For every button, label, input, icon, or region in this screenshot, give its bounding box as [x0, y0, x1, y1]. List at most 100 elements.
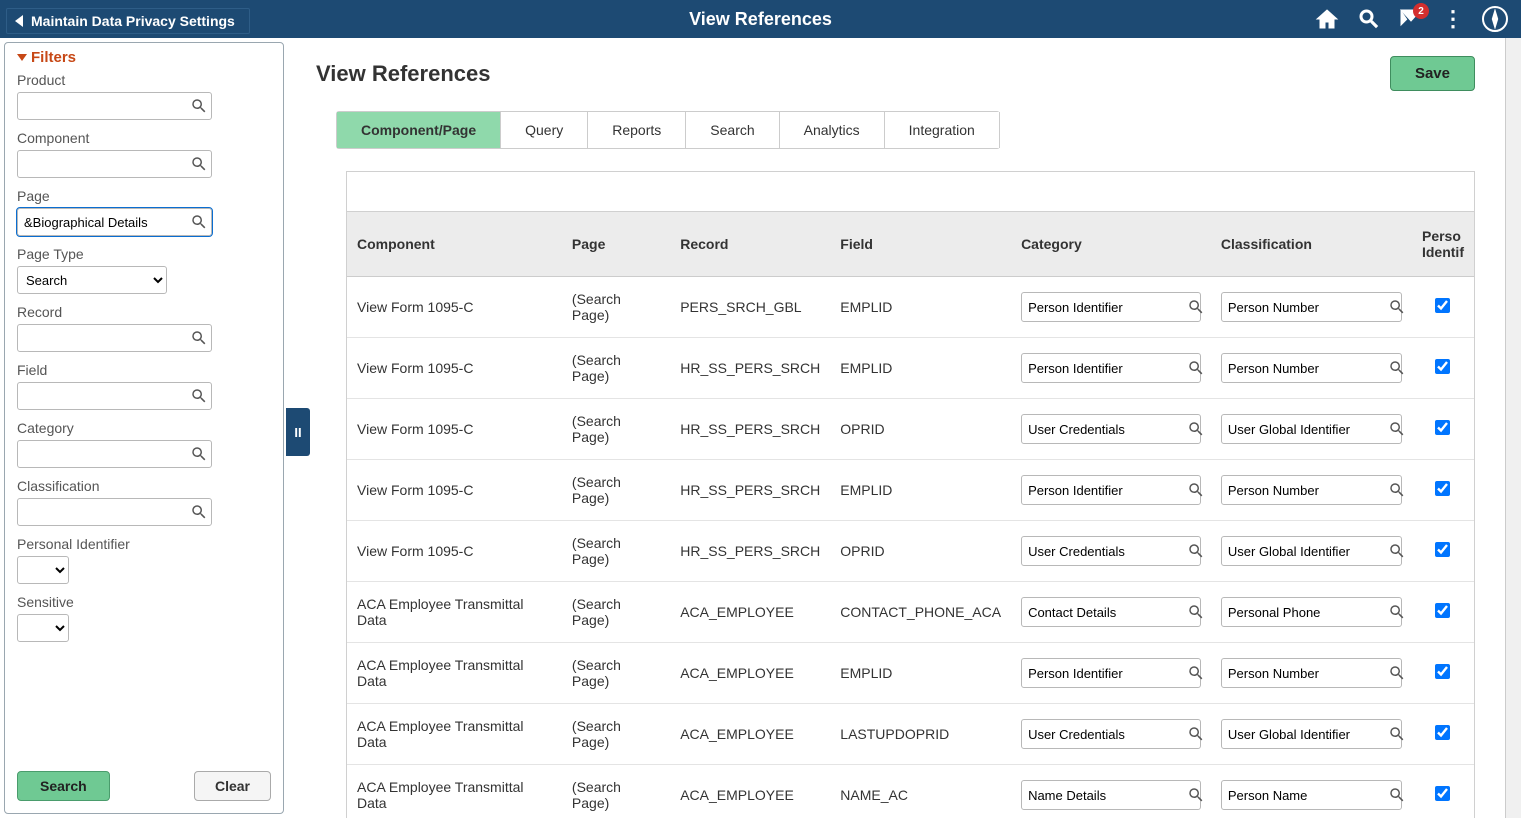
field-cell: OPRID [830, 521, 1011, 582]
notifications-icon[interactable]: 2 [1399, 7, 1423, 31]
tab-component-page[interactable]: Component/Page [337, 112, 501, 148]
classification-lookup-icon[interactable] [1388, 603, 1406, 621]
category-cell [1011, 521, 1211, 582]
table-row: ACA Employee Transmittal Data(Search Pag… [347, 643, 1474, 704]
filters-panel: Filters Product Component Page Page [4, 42, 284, 814]
tab-reports[interactable]: Reports [588, 112, 686, 148]
category-lookup-icon[interactable] [190, 445, 208, 463]
classification-lookup-icon[interactable] [1388, 786, 1406, 804]
record-input[interactable] [17, 324, 212, 352]
vertical-scrollbar[interactable] [1505, 38, 1521, 818]
personal-identifier-select[interactable] [17, 556, 69, 584]
classification-input[interactable] [1221, 475, 1402, 505]
record-lookup-icon[interactable] [190, 329, 208, 347]
classification-input[interactable] [1221, 353, 1402, 383]
category-cell [1011, 704, 1211, 765]
classification-lookup-icon[interactable] [1388, 725, 1406, 743]
category-input[interactable] [17, 440, 212, 468]
category-input[interactable] [1021, 292, 1201, 322]
column-header[interactable]: Field [830, 212, 1011, 277]
field-input[interactable] [17, 382, 212, 410]
category-input[interactable] [1021, 719, 1201, 749]
category-input[interactable] [1021, 353, 1201, 383]
page-lookup-icon[interactable] [190, 213, 208, 231]
save-button[interactable]: Save [1390, 56, 1475, 91]
home-icon[interactable] [1315, 7, 1339, 31]
category-input[interactable] [1021, 597, 1201, 627]
category-lookup-icon[interactable] [1187, 481, 1205, 499]
column-header[interactable]: Page [562, 212, 670, 277]
field-lookup-icon[interactable] [190, 387, 208, 405]
classification-input[interactable] [1221, 658, 1402, 688]
personal-identifier-checkbox[interactable] [1435, 786, 1450, 801]
clear-button[interactable]: Clear [194, 771, 271, 801]
record-cell: HR_SS_PERS_SRCH [670, 521, 830, 582]
header-icons: 2 ⋮ [1315, 7, 1521, 31]
classification-input[interactable] [1221, 292, 1402, 322]
column-header[interactable]: Category [1011, 212, 1211, 277]
personal-identifier-cell [1412, 338, 1474, 399]
category-lookup-icon[interactable] [1187, 664, 1205, 682]
classification-lookup-icon[interactable] [190, 503, 208, 521]
personal-identifier-checkbox[interactable] [1435, 603, 1450, 618]
product-input[interactable] [17, 92, 212, 120]
product-lookup-icon[interactable] [190, 97, 208, 115]
category-input[interactable] [1021, 475, 1201, 505]
column-header[interactable]: Record [670, 212, 830, 277]
classification-input[interactable] [1221, 719, 1402, 749]
column-header[interactable]: Classification [1211, 212, 1412, 277]
classification-lookup-icon[interactable] [1388, 298, 1406, 316]
sidebar-collapse-handle[interactable]: II [286, 408, 310, 456]
category-lookup-icon[interactable] [1187, 359, 1205, 377]
column-header[interactable]: PersoIdentif [1412, 212, 1474, 277]
search-icon[interactable] [1357, 7, 1381, 31]
classification-input[interactable] [1221, 536, 1402, 566]
page-input[interactable] [17, 208, 212, 236]
classification-lookup-icon[interactable] [1388, 542, 1406, 560]
back-button[interactable]: Maintain Data Privacy Settings [6, 8, 250, 34]
actions-menu-icon[interactable]: ⋮ [1441, 7, 1465, 31]
classification-input[interactable] [1221, 414, 1402, 444]
classification-cell [1211, 582, 1412, 643]
personal-identifier-checkbox[interactable] [1435, 664, 1450, 679]
collapse-triangle-icon [17, 54, 27, 61]
personal-identifier-checkbox[interactable] [1435, 481, 1450, 496]
sensitive-select[interactable] [17, 614, 69, 642]
classification-lookup-icon[interactable] [1388, 481, 1406, 499]
personal-identifier-checkbox[interactable] [1435, 725, 1450, 740]
component-input[interactable] [17, 150, 212, 178]
category-lookup-icon[interactable] [1187, 542, 1205, 560]
personal-identifier-checkbox[interactable] [1435, 542, 1450, 557]
category-lookup-icon[interactable] [1187, 420, 1205, 438]
classification-lookup-icon[interactable] [1388, 420, 1406, 438]
classification-input[interactable] [1221, 780, 1402, 810]
category-lookup-icon[interactable] [1187, 725, 1205, 743]
tab-query[interactable]: Query [501, 112, 588, 148]
category-input[interactable] [1021, 658, 1201, 688]
personal-identifier-checkbox[interactable] [1435, 420, 1450, 435]
classification-lookup-icon[interactable] [1388, 359, 1406, 377]
category-input[interactable] [1021, 780, 1201, 810]
tab-analytics[interactable]: Analytics [780, 112, 885, 148]
navbar-compass-icon[interactable] [1483, 7, 1507, 31]
tab-integration[interactable]: Integration [885, 112, 1000, 148]
category-lookup-icon[interactable] [1187, 786, 1205, 804]
component-cell: ACA Employee Transmittal Data [347, 704, 562, 765]
category-lookup-icon[interactable] [1187, 298, 1205, 316]
category-lookup-icon[interactable] [1187, 603, 1205, 621]
classification-input[interactable] [17, 498, 212, 526]
classification-lookup-icon[interactable] [1388, 664, 1406, 682]
tab-search[interactable]: Search [686, 112, 779, 148]
classification-input[interactable] [1221, 597, 1402, 627]
table-row: ACA Employee Transmittal Data(Search Pag… [347, 582, 1474, 643]
filters-header[interactable]: Filters [17, 49, 271, 66]
personal-identifier-checkbox[interactable] [1435, 298, 1450, 313]
page-type-select[interactable]: Search [17, 266, 167, 294]
search-button[interactable]: Search [17, 771, 110, 801]
category-input[interactable] [1021, 414, 1201, 444]
category-input[interactable] [1021, 536, 1201, 566]
column-header[interactable]: Component [347, 212, 562, 277]
page-cell: (Search Page) [562, 338, 670, 399]
component-lookup-icon[interactable] [190, 155, 208, 173]
personal-identifier-checkbox[interactable] [1435, 359, 1450, 374]
